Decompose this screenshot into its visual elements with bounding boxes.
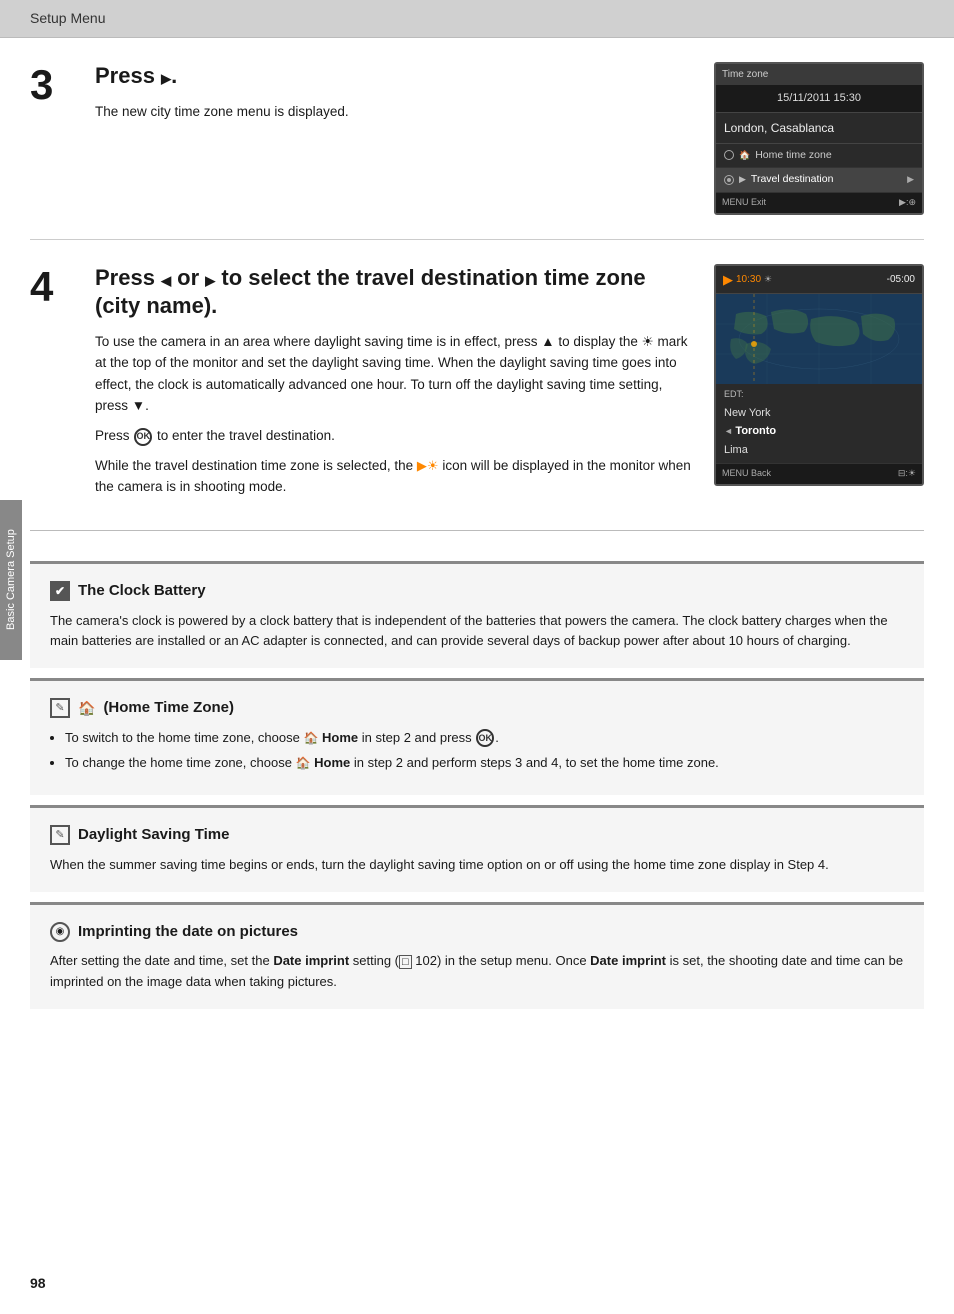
note-date-imprint-body: After setting the date and time, set the…: [50, 951, 904, 993]
step-4-number: 4: [30, 264, 75, 507]
cam-footer-left: MENU Exit: [722, 196, 766, 210]
note-daylight-saving: ✎ Daylight Saving Time When the summer s…: [30, 805, 924, 891]
step-4-title: Press ◀ or ▶ to select the travel destin…: [95, 264, 694, 321]
step-3-description: The new city time zone menu is displayed…: [95, 101, 694, 123]
cam2-footer-right: ⊟:☀: [898, 467, 916, 481]
cam2-map: [716, 294, 922, 384]
note-date-imprint-header: ◉ Imprinting the date on pictures: [50, 921, 904, 944]
cam2-offset: -05:00: [887, 272, 915, 287]
cam-footer-right: ▶:⊕: [899, 196, 916, 210]
date-imprint-bold-1: Date imprint: [273, 953, 349, 968]
cam-time: 15/11/2011 15:30: [716, 85, 922, 113]
cam2-edt-label: EDT:: [724, 388, 914, 402]
cam-menu-travel-label: Travel destination: [751, 172, 834, 188]
step-4-content: Press ◀ or ▶ to select the travel destin…: [95, 264, 924, 507]
cam2-footer-left: MENU Back: [722, 467, 771, 481]
step-4-image: ▶ 10:30 ☀ -05:00: [714, 264, 924, 486]
cam-city: London, Casablanca: [716, 113, 922, 144]
step-3-image: Time zone 15/11/2011 15:30 London, Casab…: [714, 62, 924, 215]
home-icon-2: 🏠: [303, 729, 318, 748]
cam2-city-list: EDT: New York Toronto Lima: [716, 384, 922, 463]
step-4-para2: Press OK to enter the travel destination…: [95, 425, 694, 447]
cam2-header: ▶ 10:30 ☀ -05:00: [716, 266, 922, 295]
cam2-header-left: ▶ 10:30 ☀: [723, 270, 772, 290]
note-date-imprint: ◉ Imprinting the date on pictures After …: [30, 902, 924, 1009]
note-home-bullet-1: To switch to the home time zone, choose …: [65, 728, 904, 749]
checkmark-icon: ✔: [50, 581, 70, 601]
camera-screen-cities: ▶ 10:30 ☀ -05:00: [714, 264, 924, 486]
note-daylight-title: Daylight Saving Time: [78, 824, 229, 847]
note-home-timezone-title: (Home Time Zone): [103, 697, 234, 720]
note-daylight-body: When the summer saving time begins or en…: [50, 855, 904, 876]
radio-unselected-icon: [724, 150, 734, 160]
cam-footer-1: MENU Exit ▶:⊕: [716, 193, 922, 213]
note-home-bullet-2: To change the home time zone, choose 🏠 H…: [65, 753, 904, 774]
note-date-imprint-title: Imprinting the date on pictures: [78, 921, 298, 944]
home-icon: 🏠: [739, 149, 750, 163]
step-3-content: Press ▶. The new city time zone menu is …: [95, 62, 924, 215]
date-imprint-bold-2: Date imprint: [590, 953, 666, 968]
cam-menu-home: 🏠 Home time zone: [716, 144, 922, 169]
cam-menu-travel: ▶ Travel destination ▶: [716, 168, 922, 193]
step-4-para1: To use the camera in an area where dayli…: [95, 331, 694, 417]
note-home-timezone-body: To switch to the home time zone, choose …: [50, 728, 904, 775]
note-clock-battery: ✔ The Clock Battery The camera's clock i…: [30, 561, 924, 668]
step-4-section: 4 Press ◀ or ▶ to select the travel dest…: [30, 240, 924, 531]
step-3-number: 3: [30, 62, 75, 215]
note-home-timezone: ✎ 🏠 (Home Time Zone) To switch to the ho…: [30, 678, 924, 795]
cam-menu-home-label: Home time zone: [755, 148, 831, 164]
camera-screen-timezone: Time zone 15/11/2011 15:30 London, Casab…: [714, 62, 924, 215]
camera-lens-icon: ◉: [50, 922, 70, 942]
home-icon-3: 🏠: [296, 754, 311, 773]
sidebar-label: Basic Camera Setup: [0, 500, 22, 660]
cam2-travel-icon: ▶: [723, 270, 733, 290]
cam-menu-arrow: ▶: [907, 173, 914, 187]
note-clock-battery-header: ✔ The Clock Battery: [50, 580, 904, 603]
step-4-para3: While the travel destination time zone i…: [95, 455, 694, 498]
cam2-city-newyork: New York: [724, 404, 914, 423]
ok-btn-home: OK: [476, 729, 494, 747]
cam2-dst-icon: ☀: [764, 273, 772, 287]
cam2-city-toronto: Toronto: [724, 422, 914, 441]
pencil-icon: ✎: [50, 698, 70, 718]
pencil-icon-2: ✎: [50, 825, 70, 845]
header-title: Setup Menu: [30, 10, 106, 26]
cam2-city-lima: Lima: [724, 441, 914, 460]
step-3-section: 3 Press ▶. The new city time zone menu i…: [30, 38, 924, 240]
note-clock-battery-body: The camera's clock is powered by a clock…: [50, 611, 904, 653]
travel-dest-icon: ▶☀: [417, 458, 439, 473]
cam2-time: 10:30: [736, 272, 761, 287]
note-daylight-header: ✎ Daylight Saving Time: [50, 824, 904, 847]
map-svg: [716, 294, 922, 384]
note-home-timezone-header: ✎ 🏠 (Home Time Zone): [50, 697, 904, 720]
step-3-title: Press ▶.: [95, 62, 694, 91]
ok-button-icon: OK: [134, 428, 152, 446]
travel-arrow-icon: ▶: [739, 173, 746, 187]
note-clock-battery-title: The Clock Battery: [78, 580, 206, 603]
radio-selected-icon: [724, 175, 734, 185]
notes-section: ✔ The Clock Battery The camera's clock i…: [30, 531, 924, 1029]
page-ref-box: □: [399, 955, 412, 969]
home-icon-inline: 🏠: [78, 698, 95, 719]
cam2-footer: MENU Back ⊟:☀: [716, 463, 922, 484]
page-number: 98: [30, 1273, 46, 1294]
cam-title: Time zone: [716, 64, 922, 85]
page-header: Setup Menu: [0, 0, 954, 38]
